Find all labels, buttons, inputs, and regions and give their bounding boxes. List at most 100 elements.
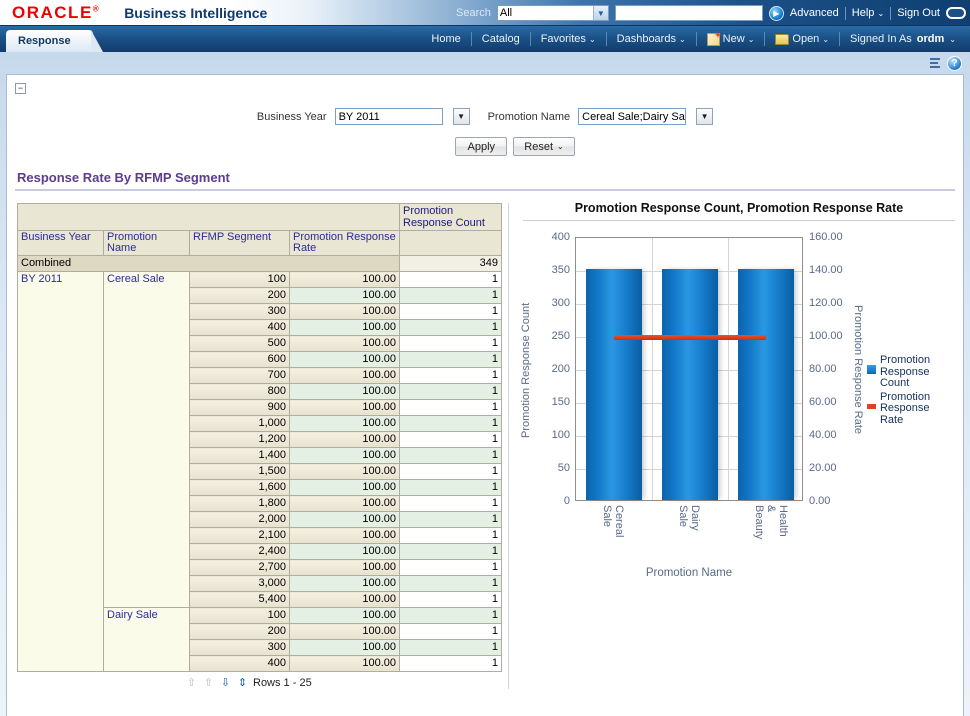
cell-rfmp-segment: 1,000 bbox=[190, 416, 290, 432]
cell-rfmp-segment: 1,400 bbox=[190, 448, 290, 464]
cell-promotion-response-count: 1 bbox=[400, 656, 502, 672]
chart-plot: Promotion Response Count Promotion Respo… bbox=[515, 227, 963, 527]
section-collapse-toggle[interactable]: − bbox=[15, 83, 26, 94]
advanced-link[interactable]: Advanced bbox=[790, 7, 839, 19]
tab-response[interactable]: Response bbox=[6, 30, 93, 52]
header-promotion-response-rate[interactable]: Promotion Response Rate bbox=[290, 231, 400, 256]
nav-favorites[interactable]: Favorites ⌄ bbox=[531, 26, 606, 52]
cell-rfmp-segment: 2,100 bbox=[190, 528, 290, 544]
search-input[interactable] bbox=[615, 5, 763, 21]
cell-promotion-response-count: 1 bbox=[400, 368, 502, 384]
cell-promotion-name[interactable]: Cereal Sale bbox=[104, 272, 190, 608]
chart-title: Promotion Response Count, Promotion Resp… bbox=[515, 201, 963, 215]
cell-promotion-response-count: 1 bbox=[400, 528, 502, 544]
cell-rfmp-segment: 900 bbox=[190, 400, 290, 416]
header-spacer bbox=[18, 204, 400, 231]
oracle-logo-text: ORACLE bbox=[12, 3, 93, 22]
nav-catalog[interactable]: Catalog bbox=[472, 26, 530, 52]
nav-open[interactable]: Open ⌄ bbox=[765, 26, 839, 52]
folder-open-icon bbox=[775, 34, 789, 45]
y-tick-label: 400 bbox=[552, 231, 570, 243]
cell-promotion-response-count: 1 bbox=[400, 448, 502, 464]
help-label: Help bbox=[852, 7, 875, 19]
chart-bar[interactable] bbox=[662, 269, 718, 500]
nav-new[interactable]: New ⌄ bbox=[697, 26, 765, 52]
y-tick-label: 150 bbox=[552, 396, 570, 408]
page-previous-icon[interactable]: ⇧ bbox=[202, 676, 215, 689]
cell-promotion-response-rate: 100.00 bbox=[290, 560, 400, 576]
header-promotion-name[interactable]: Promotion Name bbox=[104, 231, 190, 256]
page-next-icon[interactable]: ⇩ bbox=[219, 676, 232, 689]
y2-tick-label: 60.00 bbox=[809, 396, 837, 408]
y-tick-label: 0 bbox=[564, 495, 570, 507]
reset-button-label: Reset bbox=[524, 141, 553, 153]
reset-button[interactable]: Reset ⌄ bbox=[513, 137, 574, 156]
page-expand-icon[interactable]: ⇕ bbox=[236, 676, 249, 689]
cell-rfmp-segment: 2,400 bbox=[190, 544, 290, 560]
cell-promotion-response-rate: 100.00 bbox=[290, 448, 400, 464]
report-body: Promotion Response Count Business Year P… bbox=[7, 191, 963, 689]
cell-rfmp-segment: 1,800 bbox=[190, 496, 290, 512]
cell-promotion-response-count: 1 bbox=[400, 400, 502, 416]
header-business-year[interactable]: Business Year bbox=[18, 231, 104, 256]
x-tick-label: Cereal Sale bbox=[601, 505, 625, 537]
cell-rfmp-segment: 700 bbox=[190, 368, 290, 384]
y-tick-label: 200 bbox=[552, 363, 570, 375]
cell-promotion-response-rate: 100.00 bbox=[290, 656, 400, 672]
cell-promotion-response-count: 1 bbox=[400, 304, 502, 320]
cell-rfmp-segment: 400 bbox=[190, 656, 290, 672]
chart-bar[interactable] bbox=[738, 269, 794, 500]
global-nav-items: Home Catalog Favorites ⌄ Dashboards ⌄ Ne… bbox=[421, 26, 966, 52]
chart-line-response-rate[interactable] bbox=[614, 335, 766, 340]
promotion-name-input[interactable]: Cereal Sale;Dairy Sale bbox=[578, 108, 686, 125]
cell-promotion-response-rate: 100.00 bbox=[290, 592, 400, 608]
search-label: Search bbox=[456, 7, 491, 19]
nav-dashboards[interactable]: Dashboards ⌄ bbox=[607, 26, 696, 52]
cell-promotion-response-count: 1 bbox=[400, 480, 502, 496]
help-menu[interactable]: Help ⌄ bbox=[852, 7, 884, 19]
header-promotion-response-count[interactable]: Promotion Response Count bbox=[400, 204, 502, 231]
business-year-input[interactable]: BY 2011 bbox=[335, 108, 443, 125]
sign-out-link[interactable]: Sign Out bbox=[897, 7, 940, 19]
navigation-bar: Response Home Catalog Favorites ⌄ Dashbo… bbox=[0, 26, 970, 52]
nav-open-label: Open bbox=[792, 33, 819, 45]
legend-item-count[interactable]: Promotion Response Count bbox=[867, 355, 936, 390]
promotion-name-dropdown-button[interactable]: ▼ bbox=[696, 108, 713, 125]
oracle-logo: ORACLE® bbox=[12, 3, 100, 23]
dashboard-panel: − Business Year BY 2011 ▼ Promotion Name… bbox=[6, 74, 964, 716]
cell-promotion-response-rate: 100.00 bbox=[290, 576, 400, 592]
cell-rfmp-segment: 300 bbox=[190, 304, 290, 320]
cell-promotion-response-rate: 100.00 bbox=[290, 432, 400, 448]
cell-rfmp-segment: 1,200 bbox=[190, 432, 290, 448]
cell-promotion-response-count: 1 bbox=[400, 320, 502, 336]
pivot-table-wrapper: Promotion Response Count Business Year P… bbox=[17, 203, 502, 689]
page-options-icon[interactable] bbox=[926, 56, 942, 70]
chevron-down-icon: ⌄ bbox=[679, 35, 686, 44]
search-scope-select[interactable]: All ▼ bbox=[497, 5, 609, 21]
apply-button[interactable]: Apply bbox=[455, 137, 507, 156]
nav-signed-in-as[interactable]: Signed In As ordm ⌄ bbox=[840, 26, 966, 52]
promotion-name-label: Promotion Name bbox=[488, 111, 571, 123]
cell-promotion-response-rate: 100.00 bbox=[290, 336, 400, 352]
grid-line-vertical bbox=[652, 238, 653, 500]
cell-business-year[interactable]: BY 2011 bbox=[18, 272, 104, 672]
header-rfmp-segment[interactable]: RFMP Segment bbox=[190, 231, 290, 256]
chevron-down-icon: ⌄ bbox=[877, 9, 884, 18]
page-first-icon[interactable]: ⇧ bbox=[185, 676, 198, 689]
help-icon[interactable]: ? bbox=[947, 56, 962, 71]
legend-item-rate[interactable]: Promotion Response Rate bbox=[867, 392, 936, 427]
prompt-row: Business Year BY 2011 ▼ Promotion Name C… bbox=[7, 108, 963, 125]
chevron-down-icon: ⌄ bbox=[822, 35, 829, 44]
cell-promotion-name[interactable]: Dairy Sale bbox=[104, 608, 190, 672]
app-title: Business Intelligence bbox=[124, 5, 267, 21]
chart-legend: Promotion Response Count Promotion Respo… bbox=[867, 355, 936, 428]
pager-rows-label: Rows 1 - 25 bbox=[253, 677, 312, 689]
table-header-row: Business Year Promotion Name RFMP Segmen… bbox=[18, 231, 502, 256]
brand-bar: ORACLE® Business Intelligence Search All… bbox=[0, 0, 970, 26]
business-year-dropdown-button[interactable]: ▼ bbox=[453, 108, 470, 125]
search-go-button[interactable]: ▶ bbox=[769, 6, 784, 21]
chart-bar[interactable] bbox=[586, 269, 642, 500]
cell-promotion-response-rate: 100.00 bbox=[290, 464, 400, 480]
nav-home[interactable]: Home bbox=[421, 26, 470, 52]
chevron-down-icon: ⌄ bbox=[949, 35, 956, 44]
